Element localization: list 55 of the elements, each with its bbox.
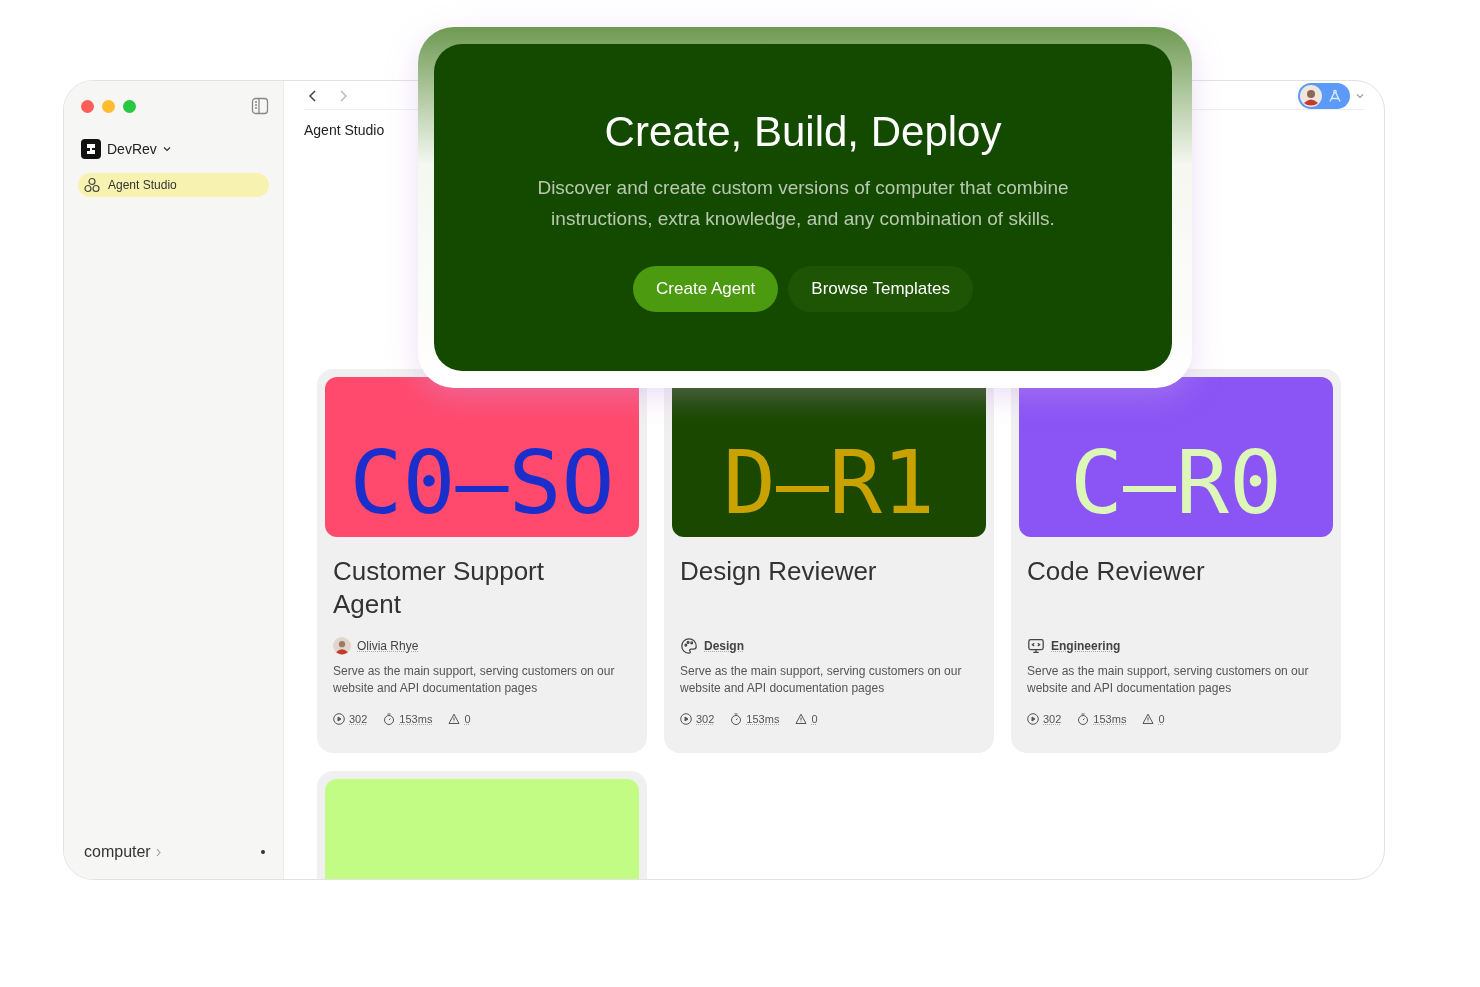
run-count: 302 bbox=[696, 713, 715, 725]
owner-link[interactable]: Design bbox=[704, 639, 744, 653]
latency: 153ms bbox=[746, 713, 780, 725]
agent-code: C—R0 bbox=[1070, 439, 1282, 536]
window-control[interactable] bbox=[123, 99, 136, 113]
compass-icon bbox=[1328, 89, 1342, 103]
create-button[interactable]: Create Agent bbox=[633, 266, 779, 312]
agents-icon bbox=[84, 177, 100, 193]
run-count: 302 bbox=[349, 713, 368, 725]
run-count: 302 bbox=[1043, 713, 1062, 725]
agent-description: Serve as the main support, serving customers on our website and API documentation pages bbox=[1027, 663, 1310, 697]
page-title: Agent Studio bbox=[304, 122, 385, 138]
owner-link[interactable]: Olivia Rhye bbox=[357, 639, 419, 653]
stopwatch-icon bbox=[730, 713, 743, 725]
avatar-icon bbox=[333, 637, 351, 655]
caret-icon[interactable] bbox=[162, 145, 171, 153]
agent-description: Serve as the main support, serving customers on our website and API documentation pages bbox=[680, 663, 963, 697]
workspace-name[interactable]: DevRev bbox=[107, 141, 157, 157]
logo-icon bbox=[81, 139, 101, 159]
owner-link[interactable]: Engineering bbox=[1051, 639, 1121, 653]
monitor-code-icon bbox=[1027, 637, 1045, 655]
agent-code: C0—SO bbox=[349, 439, 615, 536]
chevron-icon[interactable] bbox=[154, 847, 162, 857]
warning-icon bbox=[448, 713, 461, 725]
stopwatch-icon bbox=[1077, 713, 1090, 725]
agent-title: Code Reviewer bbox=[1027, 555, 1206, 588]
warning-icon bbox=[1142, 713, 1155, 725]
avatar-icon bbox=[1300, 85, 1322, 107]
agent-card[interactable]: C—R0 Code Reviewer Engineering Serve as the main support, serving customers on our website and API documentation pages 302 153ms 0 bbox=[1011, 369, 1341, 753]
agent-card[interactable]: C0—SO Customer Support Agent Olivia Rhye Serve as the main support, serving customers on our website and API documentation pages 302 153ms 0 bbox=[317, 369, 647, 753]
error-count: 0 bbox=[1158, 713, 1165, 725]
agent-title: Design Reviewer bbox=[680, 555, 878, 588]
palette-icon bbox=[680, 637, 698, 655]
play-icon bbox=[333, 713, 345, 725]
error-count: 0 bbox=[464, 713, 471, 725]
error-count: 0 bbox=[811, 713, 818, 725]
brand-name: computer bbox=[84, 843, 151, 861]
sidebar-toggle-icon[interactable] bbox=[251, 97, 269, 115]
agent-title: Customer Support Agent bbox=[333, 555, 545, 621]
warning-icon bbox=[795, 713, 808, 725]
stopwatch-icon bbox=[383, 713, 396, 725]
sidebar-item[interactable]: Agent Studio bbox=[78, 173, 269, 197]
browse-button[interactable]: Browse Templates bbox=[788, 266, 973, 312]
agent-code: D—R1 bbox=[723, 439, 935, 536]
status-dot bbox=[261, 850, 265, 854]
latency: 153ms bbox=[399, 713, 433, 725]
play-icon bbox=[1027, 713, 1039, 725]
window-control[interactable] bbox=[102, 99, 115, 113]
play-icon bbox=[680, 713, 692, 725]
hero-title: Create, Build, Deploy bbox=[604, 108, 1002, 156]
hero-subtitle: Discover and create custom versions of computer that combine instructions, extra knowledge, and any combination of skills. bbox=[536, 176, 1070, 231]
agent-description: Serve as the main support, serving customers on our website and API documentation pages bbox=[333, 663, 616, 697]
latency: 153ms bbox=[1093, 713, 1127, 725]
account-switcher[interactable] bbox=[1298, 83, 1350, 109]
window-control[interactable] bbox=[81, 99, 94, 113]
